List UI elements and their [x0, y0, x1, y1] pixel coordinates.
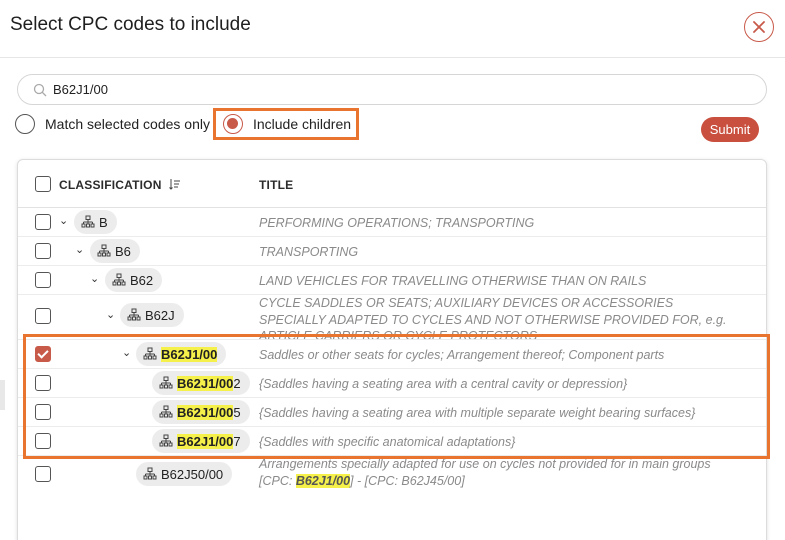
- chevron-down-icon[interactable]: ⌄: [122, 346, 131, 359]
- chevron-down-icon[interactable]: ⌄: [75, 243, 84, 256]
- row-checkbox[interactable]: [35, 404, 51, 420]
- dialog-title: Select CPC codes to include: [10, 14, 251, 35]
- row-checkbox[interactable]: [35, 433, 51, 449]
- hierarchy-icon: [81, 215, 95, 228]
- classification-code[interactable]: B62J1/00 7: [152, 429, 250, 453]
- row-checkbox[interactable]: [35, 272, 51, 288]
- select-all-checkbox[interactable]: [35, 176, 51, 192]
- row-checkbox[interactable]: [35, 346, 51, 362]
- row-title: {Saddles with specific anatomical adapta…: [259, 435, 516, 449]
- classification-code[interactable]: B62J1/00 2: [152, 371, 250, 395]
- table-row[interactable]: B62J1/00 5 {Saddles having a seating area…: [18, 398, 766, 427]
- dialog-header: Select CPC codes to include: [0, 0, 785, 58]
- classification-code[interactable]: B62J50/00: [136, 462, 233, 486]
- include-children-highlight: Include children: [212, 108, 360, 140]
- hierarchy-icon: [159, 405, 173, 418]
- classification-code[interactable]: B62: [105, 268, 163, 292]
- table-row[interactable]: ⌄ B62J1/00 Saddles or other seats for cy…: [18, 340, 766, 369]
- row-checkbox[interactable]: [35, 214, 51, 230]
- hierarchy-icon: [159, 376, 173, 389]
- hierarchy-icon: [143, 467, 157, 480]
- table-row[interactable]: ⌄ B62J CYCLE SADDLES OR SEATS; AUXILIARY…: [18, 295, 766, 340]
- hierarchy-icon: [143, 347, 157, 360]
- search-input[interactable]: [53, 82, 733, 97]
- submit-button[interactable]: Submit: [701, 117, 759, 142]
- table-row[interactable]: ⌄ B PERFORMING OPERATIONS; TRANSPORTING: [18, 208, 766, 237]
- close-icon: [753, 21, 765, 33]
- title-header: TITLE: [259, 178, 294, 192]
- classification-code[interactable]: B: [74, 210, 117, 234]
- classification-code[interactable]: B62J1/00: [136, 342, 227, 366]
- table-row[interactable]: ⌄ B6 TRANSPORTING: [18, 237, 766, 266]
- table-row[interactable]: B62J50/00 Arrangements specially adapted…: [18, 456, 766, 494]
- sort-icon[interactable]: [169, 178, 181, 190]
- classification-header[interactable]: CLASSIFICATION: [59, 178, 162, 192]
- chevron-down-icon[interactable]: ⌄: [106, 308, 115, 321]
- include-children-radio[interactable]: [222, 114, 243, 134]
- table-row[interactable]: B62J1/00 7 {Saddles with specific anatomi…: [18, 427, 766, 456]
- row-checkbox[interactable]: [35, 375, 51, 391]
- chevron-down-icon[interactable]: ⌄: [90, 272, 99, 285]
- row-checkbox[interactable]: [35, 466, 51, 482]
- side-tab: [0, 380, 5, 410]
- classification-code[interactable]: B62J1/00 5: [152, 400, 250, 424]
- classification-code[interactable]: B62J: [120, 303, 184, 327]
- row-checkbox[interactable]: [35, 243, 51, 259]
- search-icon: [33, 83, 47, 96]
- hierarchy-icon: [127, 308, 141, 321]
- row-title: LAND VEHICLES FOR TRAVELLING OTHERWISE T…: [259, 274, 647, 288]
- row-title: PERFORMING OPERATIONS; TRANSPORTING: [259, 216, 535, 230]
- hierarchy-icon: [97, 244, 111, 257]
- row-title: Arrangements specially adapted for use o…: [259, 457, 711, 488]
- row-title: TRANSPORTING: [259, 245, 359, 259]
- classification-table: CLASSIFICATION TITLE ⌄ B PERFORMING OPER…: [17, 159, 767, 540]
- table-header: CLASSIFICATION TITLE: [18, 160, 766, 208]
- row-checkbox[interactable]: [35, 308, 51, 324]
- include-options: Match selected codes only Include childr…: [15, 108, 360, 140]
- table-row[interactable]: B62J1/00 2 {Saddles having a seating area…: [18, 369, 766, 398]
- match-only-radio[interactable]: [15, 114, 35, 134]
- search-box[interactable]: [17, 74, 767, 105]
- include-children-label[interactable]: Include children: [253, 116, 351, 132]
- hierarchy-icon: [159, 434, 173, 447]
- classification-code[interactable]: B6: [90, 239, 140, 263]
- row-title: {Saddles having a seating area with a ce…: [259, 377, 628, 391]
- chevron-down-icon[interactable]: ⌄: [59, 214, 68, 227]
- match-only-label[interactable]: Match selected codes only: [45, 116, 210, 132]
- close-button[interactable]: [744, 12, 774, 42]
- row-title: CYCLE SADDLES OR SEATS; AUXILIARY DEVICE…: [259, 296, 727, 340]
- table-row[interactable]: ⌄ B62 LAND VEHICLES FOR TRAVELLING OTHER…: [18, 266, 766, 295]
- row-title: {Saddles having a seating area with mult…: [259, 406, 696, 420]
- row-title: Saddles or other seats for cycles; Arran…: [259, 348, 665, 362]
- hierarchy-icon: [112, 273, 126, 286]
